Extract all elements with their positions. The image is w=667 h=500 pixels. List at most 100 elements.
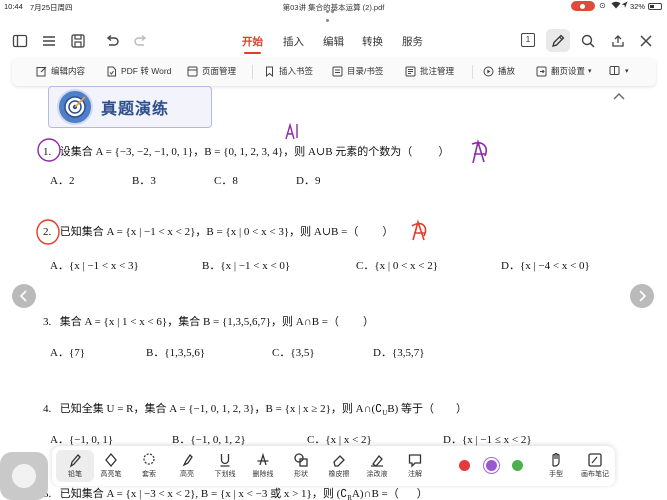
color-swatch-green[interactable] [512, 460, 523, 471]
color-swatch-red[interactable] [459, 460, 470, 471]
chevron-down-icon: ▾ [625, 67, 629, 75]
tab-convert[interactable]: 转换 [362, 34, 383, 49]
page-manage-label: 页面管理 [202, 66, 237, 76]
question-close-paren: ） [363, 316, 374, 328]
option: B．{−1, 0, 1, 2} [172, 434, 246, 446]
tool-label: 删除线 [252, 471, 274, 478]
play-icon [483, 66, 494, 76]
pdf-page[interactable]: 真题演练 1. 设集合 A = {−3, −2, −1, 0, 1}，B = {… [0, 86, 667, 500]
option: C．{x | 0 < x < 2} [356, 260, 439, 272]
question-number: 1. [43, 146, 52, 158]
tool-label: 画布笔记 [581, 471, 609, 478]
tool-lasso[interactable]: 套索 [130, 450, 168, 482]
pen-icon[interactable] [550, 33, 566, 49]
question-close-paren: ） [438, 146, 450, 158]
play-button[interactable]: 播放 [483, 65, 515, 77]
redo-icon[interactable] [133, 33, 149, 49]
question-close-paren: ） [382, 226, 394, 238]
question-stem: 集合 A = {x | 1 < x < 6}，集合 B = {1,3,5,6,7… [59, 316, 339, 328]
lasso-icon [143, 453, 155, 465]
question-stem: 设集合 A = {−3, −2, −1, 0, 1}，B = {0, 1, 2,… [59, 146, 413, 158]
menu-icon[interactable] [41, 33, 57, 49]
tool-label: 涂改液 [366, 471, 388, 478]
edit-content-button[interactable]: 编辑内容 [36, 65, 85, 77]
multitask-dots[interactable] [326, 6, 340, 22]
sync-icon: ⊙ [599, 1, 606, 10]
chevron-down-icon: ▾ [588, 68, 592, 75]
tool-label: 形状 [294, 471, 308, 478]
tab-start[interactable]: 开始 [242, 34, 263, 54]
question-stem: 已知集合 A = {x | −1 < x < 2}，B = {x | 0 < x… [59, 226, 359, 238]
tool-hand[interactable]: 手型 [537, 450, 575, 482]
page-indicator[interactable]: 1 [521, 33, 535, 47]
tool-shape[interactable]: 形状 [282, 450, 320, 482]
play-label: 播放 [498, 66, 516, 76]
page-manage-icon [187, 66, 198, 76]
search-icon[interactable] [580, 33, 596, 49]
page-turn-icon [536, 66, 547, 76]
page-turn-settings-label: 翻页设置 [551, 66, 586, 76]
assistive-touch-button[interactable] [0, 452, 48, 500]
question-stem: 已知全集 U = R，集合 A = {−1, 0, 1, 2, 3}，B = {… [59, 403, 383, 415]
tool-label: 橡皮擦 [328, 471, 350, 478]
question-4: 4. 已知全集 U = R，集合 A = {−1, 0, 1, 2, 3}，B … [43, 403, 467, 418]
tool-label: 高亮笔 [100, 471, 122, 478]
tool-eraser[interactable]: 橡皮擦 [320, 450, 358, 482]
close-icon[interactable] [638, 33, 654, 49]
start-tab-toolbar: 编辑内容 PDF 转 Word 页面管理 插入书签 目录/书签 批注管理 播放 … [12, 58, 656, 86]
color-swatch-purple[interactable] [486, 460, 497, 471]
toolbar-divider [252, 65, 253, 79]
toc-bookmark-button[interactable]: 目录/书签 [332, 65, 383, 77]
pdf-to-word-label: PDF 转 Word [121, 66, 172, 76]
chevron-left-icon [19, 290, 27, 302]
tool-highlighter-pen[interactable]: 高亮笔 [92, 450, 130, 482]
tab-edit[interactable]: 编辑 [323, 34, 344, 49]
battery-percent: 32% [630, 2, 646, 11]
option: A．{x | −1 < x < 3} [50, 260, 139, 272]
option: D．{x | −1 ≤ x < 2} [443, 434, 532, 446]
eraser-icon [333, 455, 345, 467]
tool-correction-fluid[interactable]: 涂改液 [358, 450, 396, 482]
tool-annotation[interactable]: 注解 [396, 450, 434, 482]
tool-canvas-note[interactable]: 画布笔记 [576, 450, 614, 482]
question-2: 2. 已知集合 A = {x | −1 < x < 2}，B = {x | 0 … [43, 223, 393, 239]
edit-content-icon [36, 66, 47, 76]
sidebar-toggle-icon[interactable] [12, 33, 28, 49]
tool-label: 套索 [142, 471, 156, 478]
tool-underline[interactable]: 下划线 [206, 450, 244, 482]
page-manage-button[interactable]: 页面管理 [187, 65, 236, 77]
share-icon[interactable] [610, 33, 626, 49]
question-close-paren: ） [416, 488, 428, 500]
question-3: 3. 集合 A = {x | 1 < x < 6}，集合 B = {1,3,5,… [43, 313, 374, 329]
next-page-button[interactable] [630, 284, 654, 308]
previous-page-button[interactable] [12, 284, 36, 308]
option: B．{x | −1 < x < 0} [202, 260, 291, 272]
tool-strikethrough[interactable]: 删除线 [244, 450, 282, 482]
edit-content-label: 编辑内容 [51, 66, 86, 76]
view-options-button[interactable]: ▾ [609, 65, 629, 76]
page-turn-settings-button[interactable]: 翻页设置 ▾ [536, 65, 592, 77]
pencil-icon [69, 454, 81, 468]
tool-label: 注解 [408, 471, 422, 478]
chevron-right-icon [639, 290, 647, 302]
annotation-manage-button[interactable]: 批注管理 [405, 65, 454, 77]
pdf-to-word-icon [107, 66, 116, 76]
save-icon[interactable] [70, 33, 86, 49]
tool-label: 铅笔 [68, 471, 82, 478]
tab-insert[interactable]: 插入 [283, 34, 304, 49]
question-number: 2. [43, 226, 52, 238]
canvas-note-icon [588, 453, 602, 467]
highlight-icon [182, 453, 193, 467]
question-1: 1. 设集合 A = {−3, −2, −1, 0, 1}，B = {0, 1,… [43, 143, 449, 159]
pdf-to-word-button[interactable]: PDF 转 Word [106, 65, 171, 77]
tab-service[interactable]: 服务 [402, 34, 423, 49]
screen-record-indicator[interactable] [571, 1, 595, 11]
tool-highlight[interactable]: 高亮 [168, 450, 206, 482]
annotation-manage-label: 批注管理 [420, 66, 455, 76]
tool-pencil[interactable]: 铅笔 [56, 450, 94, 482]
option: C．8 [214, 175, 238, 187]
hand-icon [552, 452, 560, 467]
undo-icon[interactable] [104, 33, 120, 49]
insert-bookmark-button[interactable]: 插入书签 [264, 65, 313, 77]
location-icon [621, 1, 628, 11]
